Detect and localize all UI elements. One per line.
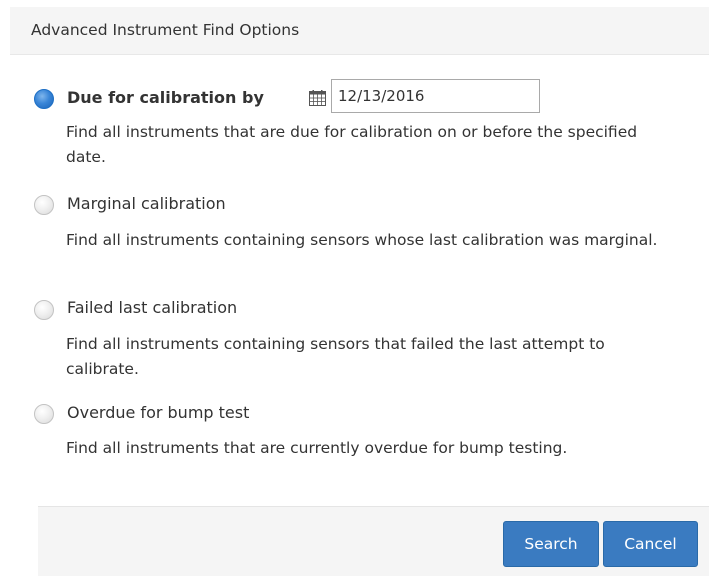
option-label-failed-last-calibration[interactable]: Failed last calibration	[67, 298, 237, 317]
option-label-overdue-for-bump-test[interactable]: Overdue for bump test	[67, 403, 249, 422]
calibration-date-input[interactable]	[331, 79, 540, 113]
option-description-due-for-calibration: Find all instruments that are due for ca…	[66, 123, 638, 166]
radio-failed-last-calibration[interactable]	[34, 300, 54, 320]
option-label-due-for-calibration[interactable]: Due for calibration by	[67, 88, 264, 107]
dialog-title: Advanced Instrument Find Options	[31, 21, 300, 39]
search-button[interactable]: Search	[503, 521, 599, 567]
option-description-failed-last-calibration: Find all instruments containing sensors …	[66, 335, 605, 378]
radio-marginal-calibration[interactable]	[34, 195, 54, 215]
dialog-header: Advanced Instrument Find Options	[10, 7, 709, 55]
cancel-button[interactable]: Cancel	[603, 521, 698, 567]
option-label-marginal-calibration[interactable]: Marginal calibration	[67, 194, 226, 213]
advanced-find-dialog: Advanced Instrument Find Options Due for…	[0, 0, 709, 576]
calendar-icon[interactable]	[309, 90, 326, 106]
radio-due-for-calibration[interactable]	[34, 89, 54, 109]
radio-overdue-for-bump-test[interactable]	[34, 404, 54, 424]
option-description-marginal-calibration: Find all instruments containing sensors …	[66, 231, 658, 249]
option-description-overdue-for-bump-test: Find all instruments that are currently …	[66, 439, 568, 457]
